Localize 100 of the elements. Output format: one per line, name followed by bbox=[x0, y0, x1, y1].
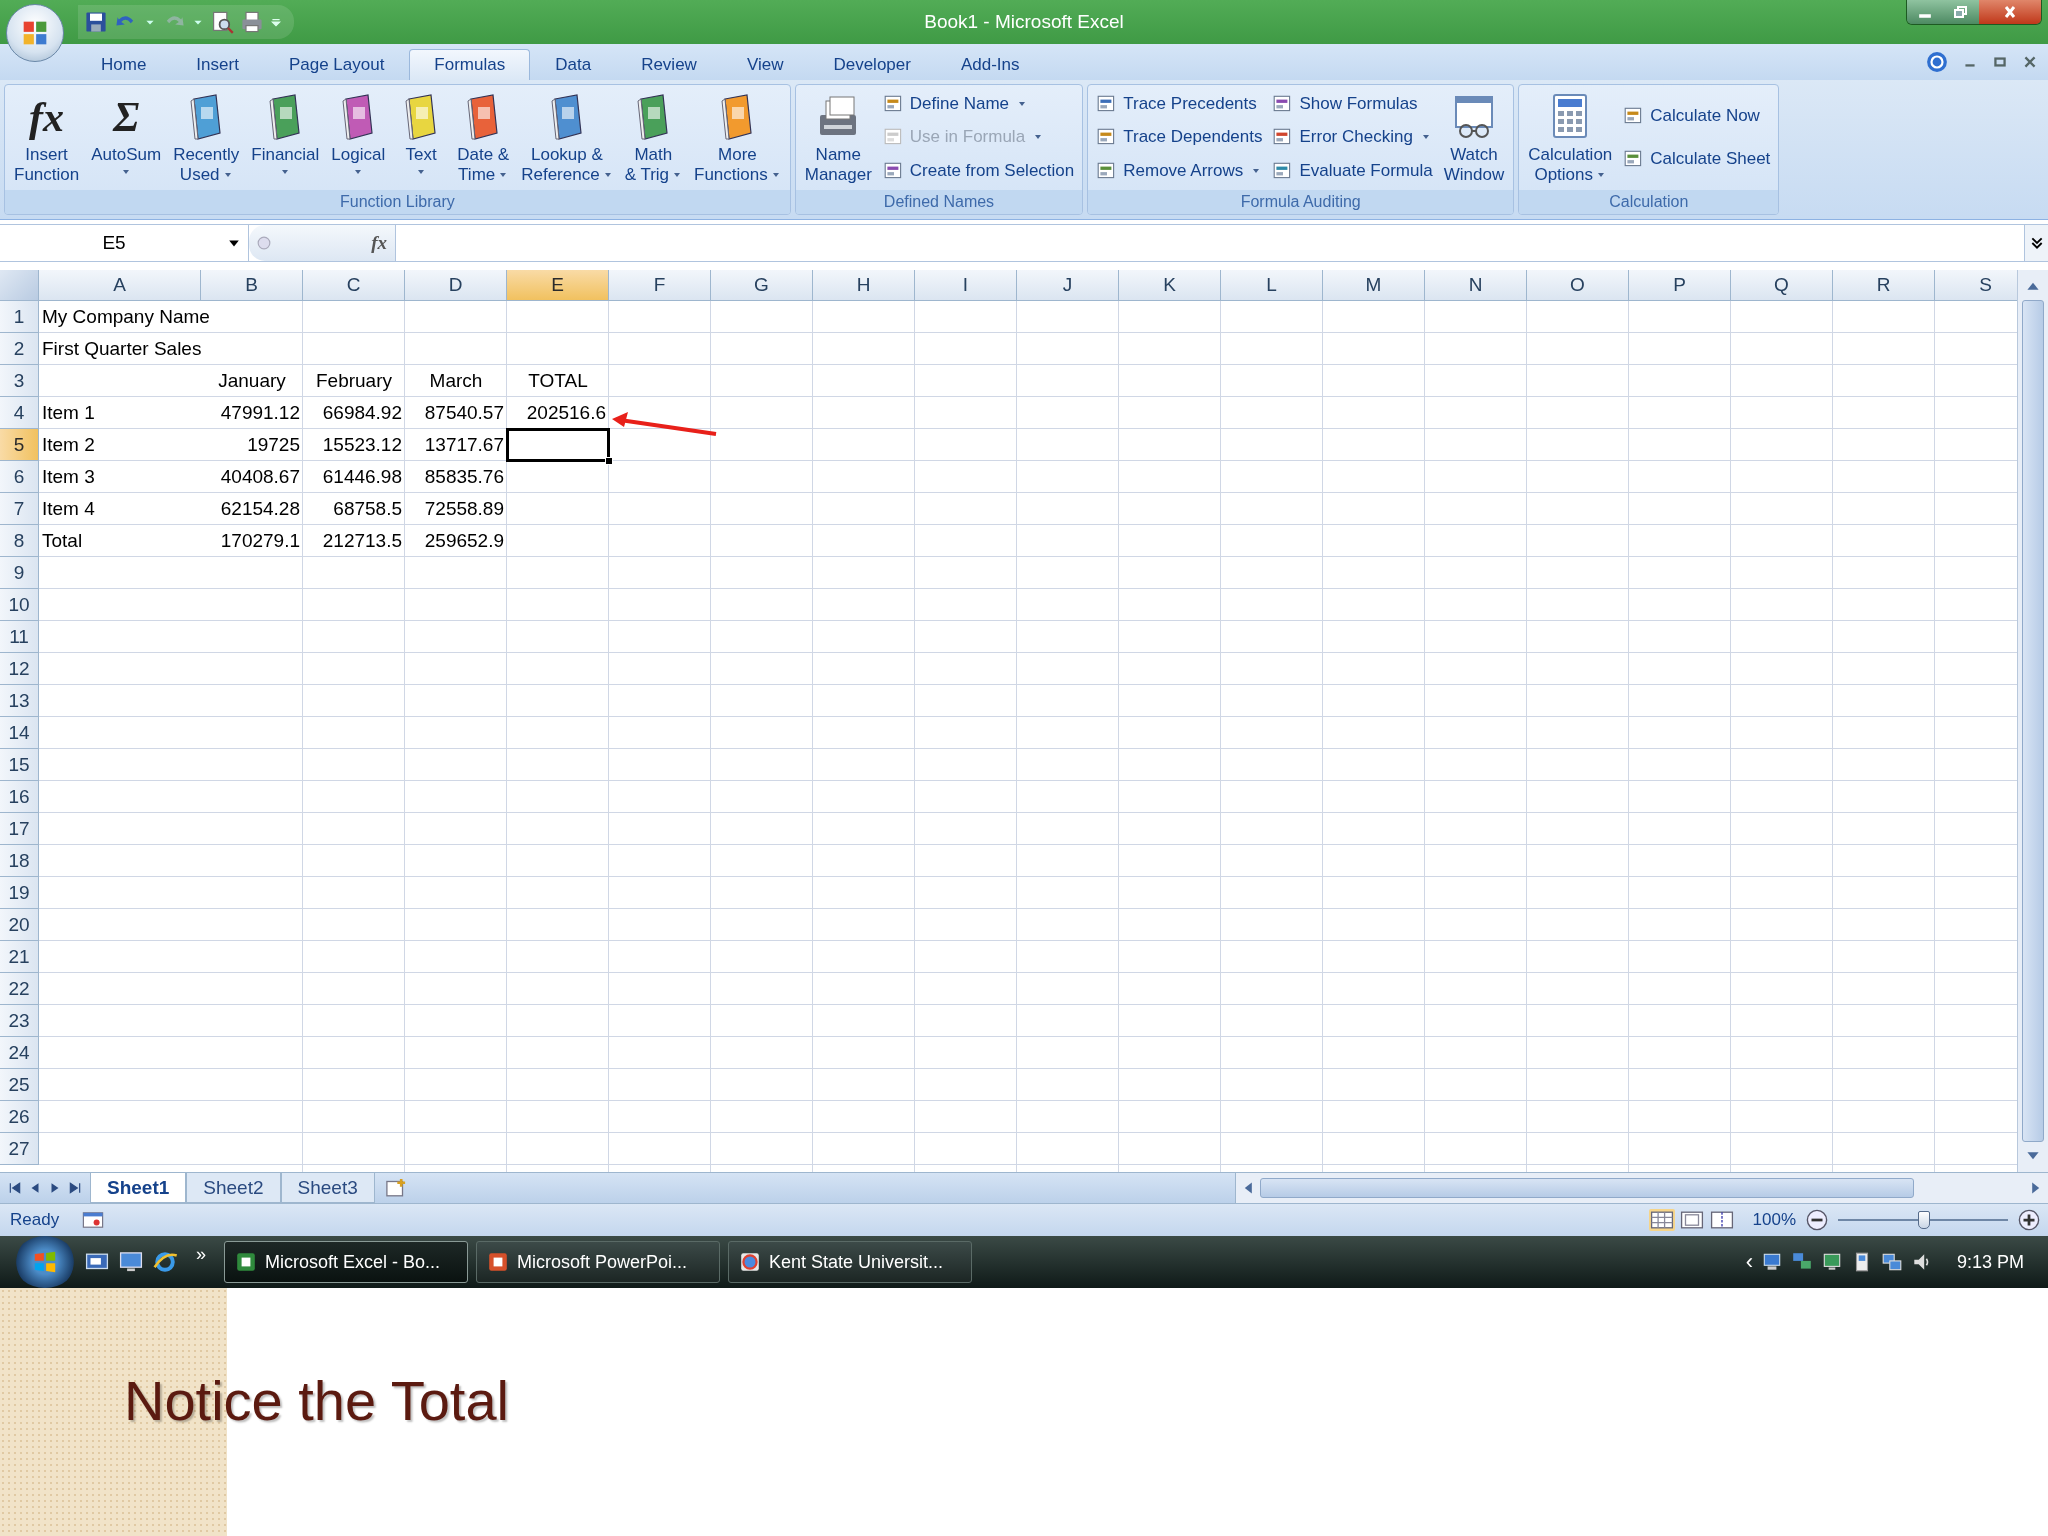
close-button[interactable] bbox=[1979, 0, 2041, 24]
customize-caret-icon[interactable] bbox=[270, 16, 282, 28]
column-header[interactable]: P bbox=[1629, 270, 1731, 301]
ribbon-button[interactable]: Calculate Now bbox=[1623, 100, 1771, 131]
browser-icon[interactable] bbox=[152, 1249, 178, 1275]
normal-view-icon[interactable] bbox=[1648, 1209, 1675, 1231]
ribbon-button[interactable]: Lookup & Reference bbox=[516, 87, 618, 188]
row-header[interactable]: 16 bbox=[0, 781, 39, 813]
column-header[interactable]: G bbox=[711, 270, 813, 301]
column-header[interactable]: C bbox=[303, 270, 405, 301]
column-header[interactable]: N bbox=[1425, 270, 1527, 301]
row-header[interactable]: 17 bbox=[0, 813, 39, 845]
row-header[interactable]: 7 bbox=[0, 493, 39, 525]
handle-icon[interactable] bbox=[257, 236, 271, 250]
taskbar-button[interactable]: Microsoft PowerPoi... bbox=[476, 1241, 720, 1283]
print-icon[interactable] bbox=[240, 10, 264, 34]
row-header[interactable]: 6 bbox=[0, 461, 39, 493]
row-header[interactable]: 4 bbox=[0, 397, 39, 429]
row-header[interactable]: 3 bbox=[0, 365, 39, 397]
column-header[interactable]: D bbox=[405, 270, 507, 301]
row-header[interactable]: 24 bbox=[0, 1037, 39, 1069]
row-header[interactable]: 19 bbox=[0, 877, 39, 909]
zoom-in-icon[interactable] bbox=[2018, 1209, 2040, 1231]
column-header[interactable]: R bbox=[1833, 270, 1935, 301]
taskbar-button[interactable]: Microsoft Excel - Bo... bbox=[224, 1241, 468, 1283]
print-preview-icon[interactable] bbox=[210, 10, 234, 34]
row-header[interactable]: 20 bbox=[0, 909, 39, 941]
ribbon-button[interactable]: Create from Selection bbox=[882, 156, 1075, 187]
page-break-view-icon[interactable] bbox=[1708, 1209, 1735, 1231]
ribbon-tab[interactable]: Add-Ins bbox=[935, 49, 1045, 80]
more-button[interactable]: » bbox=[196, 1244, 206, 1265]
row-header[interactable]: 14 bbox=[0, 717, 39, 749]
show-hidden-icons-button[interactable]: ‹ bbox=[1745, 1249, 1753, 1275]
taskbar-button[interactable]: Kent State Universit... bbox=[728, 1241, 972, 1283]
page-layout-view-icon[interactable] bbox=[1678, 1209, 1705, 1231]
row-header[interactable]: 15 bbox=[0, 749, 39, 781]
horizontal-scrollbar[interactable] bbox=[1235, 1173, 2048, 1203]
column-header[interactable]: H bbox=[813, 270, 915, 301]
sheet-tab[interactable]: Sheet2 bbox=[186, 1173, 281, 1203]
ribbon-tab[interactable]: Review bbox=[616, 49, 722, 80]
row-header[interactable]: 13 bbox=[0, 685, 39, 717]
zoom-slider[interactable] bbox=[1838, 1209, 2008, 1231]
ribbon-button[interactable]: Logical bbox=[326, 87, 391, 188]
ribbon-button[interactable]: Watch Window bbox=[1438, 87, 1510, 188]
ribbon-button[interactable]: Define Name bbox=[882, 88, 1075, 119]
column-header[interactable]: O bbox=[1527, 270, 1629, 301]
ribbon-button[interactable]: Evaluate Formula bbox=[1272, 156, 1433, 187]
row-header[interactable]: 23 bbox=[0, 1005, 39, 1037]
ribbon-button[interactable]: Trace Precedents bbox=[1096, 88, 1263, 119]
row-header[interactable]: 25 bbox=[0, 1069, 39, 1101]
minimize-button[interactable] bbox=[1907, 0, 1943, 24]
column-header[interactable]: S bbox=[1935, 270, 2017, 301]
column-header[interactable]: B bbox=[201, 270, 303, 301]
ribbon-tab[interactable]: View bbox=[721, 49, 809, 80]
ribbon-button[interactable]: Calculate Sheet bbox=[1623, 144, 1771, 175]
row-header[interactable]: 2 bbox=[0, 333, 39, 365]
row-header[interactable]: 27 bbox=[0, 1133, 39, 1165]
ribbon-button[interactable]: Show Formulas bbox=[1272, 88, 1433, 119]
row-header[interactable]: 26 bbox=[0, 1101, 39, 1133]
sheet-tab[interactable]: Sheet3 bbox=[280, 1173, 375, 1203]
row-header[interactable]: 22 bbox=[0, 973, 39, 1005]
restore-icon[interactable] bbox=[1992, 54, 2008, 70]
scroll-thumb[interactable] bbox=[2022, 300, 2044, 1142]
scroll-thumb[interactable] bbox=[1260, 1178, 1914, 1198]
column-header[interactable]: K bbox=[1119, 270, 1221, 301]
column-header[interactable]: E bbox=[507, 270, 609, 301]
insert-function-button[interactable]: fx bbox=[371, 232, 387, 254]
clock[interactable]: 9:13 PM bbox=[1956, 1251, 2024, 1273]
row-header[interactable]: 10 bbox=[0, 589, 39, 621]
save-icon[interactable] bbox=[84, 10, 108, 34]
row-header[interactable]: 18 bbox=[0, 845, 39, 877]
ribbon-button[interactable]: Calculation Options bbox=[1523, 87, 1618, 188]
zoom-out-icon[interactable] bbox=[1806, 1209, 1828, 1231]
ribbon-tab[interactable]: Insert bbox=[171, 49, 264, 80]
row-header[interactable]: 8 bbox=[0, 525, 39, 557]
ribbon-tab[interactable]: Data bbox=[530, 49, 617, 80]
vertical-scrollbar[interactable] bbox=[2017, 270, 2048, 1172]
ribbon-button[interactable]: Recently Used bbox=[168, 87, 245, 188]
ribbon-tab[interactable]: Home bbox=[76, 49, 172, 80]
column-header[interactable]: Q bbox=[1731, 270, 1833, 301]
ribbon-button[interactable]: Financial bbox=[246, 87, 325, 188]
row-header[interactable]: 9 bbox=[0, 557, 39, 589]
sheet-tab[interactable]: Sheet1 bbox=[90, 1173, 187, 1203]
first-sheet-icon[interactable] bbox=[8, 1181, 22, 1195]
expand-button[interactable] bbox=[2024, 225, 2048, 261]
ribbon-button[interactable]: Error Checking bbox=[1272, 122, 1433, 153]
row-header[interactable]: 12 bbox=[0, 653, 39, 685]
ribbon-button[interactable]: Σ AutoSum bbox=[86, 87, 167, 188]
column-header[interactable]: F bbox=[609, 270, 711, 301]
row-header[interactable]: 5 bbox=[0, 429, 39, 461]
ribbon-button[interactable]: Date & Time bbox=[452, 87, 515, 188]
last-sheet-icon[interactable] bbox=[68, 1181, 82, 1195]
zoom-level[interactable]: 100% bbox=[1752, 1210, 1796, 1230]
ribbon-button[interactable]: Trace Dependents bbox=[1096, 122, 1263, 153]
row-header[interactable]: 11 bbox=[0, 621, 39, 653]
help-icon[interactable] bbox=[1926, 51, 1948, 73]
ribbon-button[interactable]: More Functions bbox=[689, 87, 786, 188]
column-header[interactable]: M bbox=[1323, 270, 1425, 301]
restore-button[interactable] bbox=[1943, 0, 1979, 24]
ribbon-tab[interactable]: Developer bbox=[808, 49, 936, 80]
